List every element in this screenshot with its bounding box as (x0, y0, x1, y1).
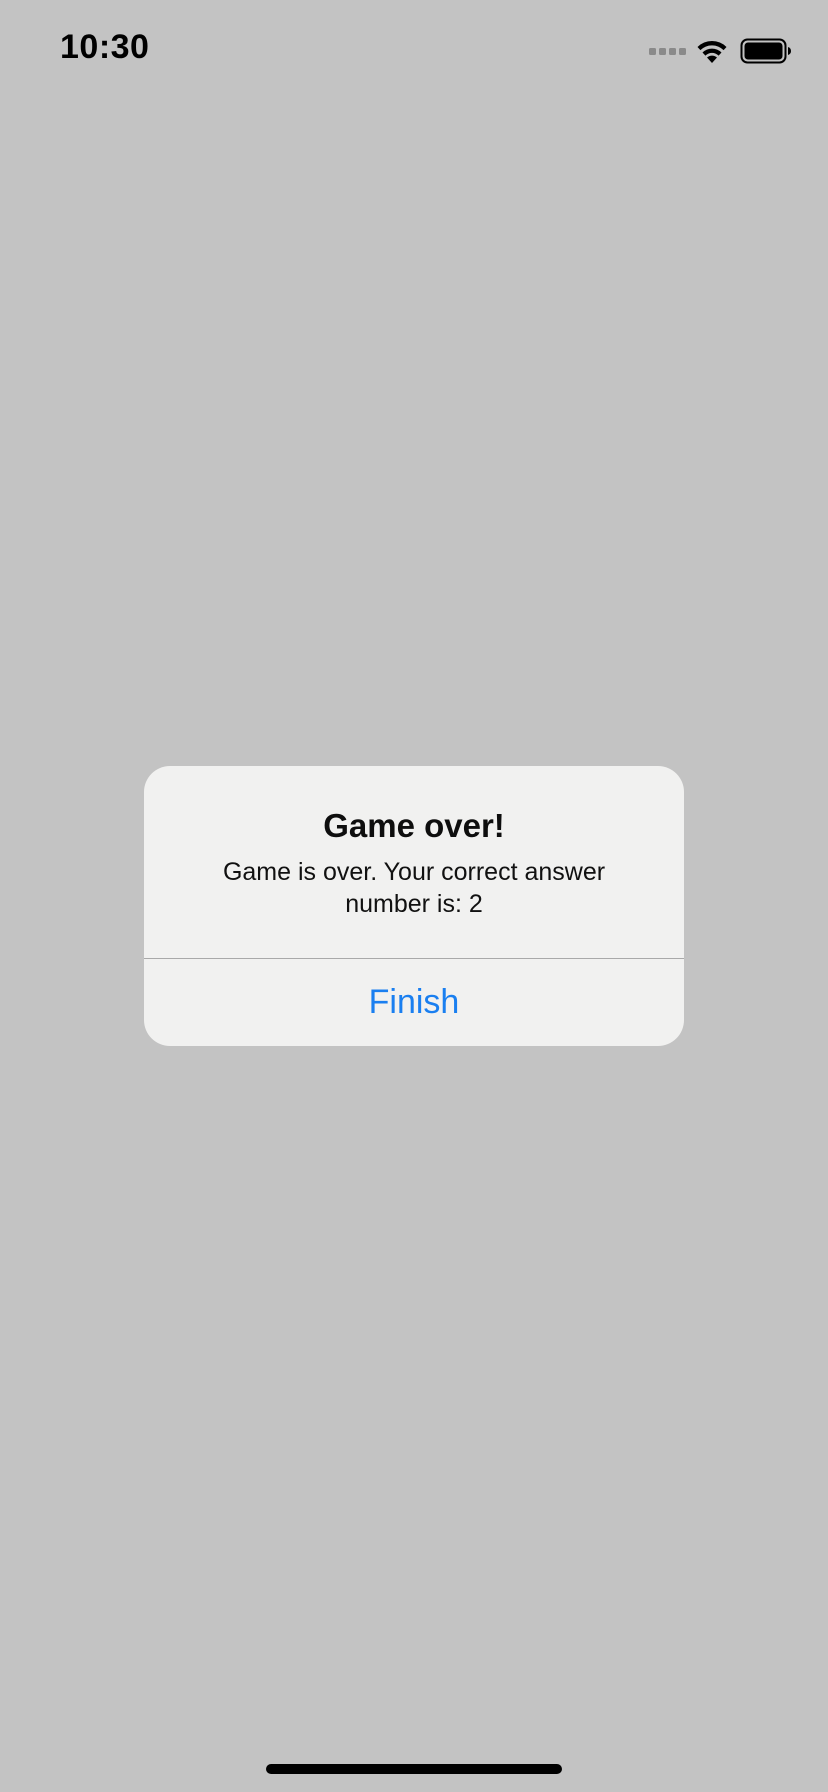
wifi-icon (697, 40, 727, 63)
alert-title: Game over! (323, 807, 505, 844)
finish-button[interactable]: Finish (144, 959, 684, 1046)
cellular-signal-icon (646, 47, 686, 55)
home-indicator[interactable] (266, 1764, 562, 1774)
battery-icon (740, 38, 791, 64)
status-time: 10:30 (60, 28, 150, 66)
status-icons (646, 36, 792, 66)
alert-message: Game is over. Your correct answer number… (222, 858, 606, 918)
alert-content: Game over! Game is over. Your correct an… (144, 766, 684, 958)
status-bar: 10:30 (0, 0, 828, 100)
game-over-alert: Game over! Game is over. Your correct an… (144, 766, 684, 1046)
